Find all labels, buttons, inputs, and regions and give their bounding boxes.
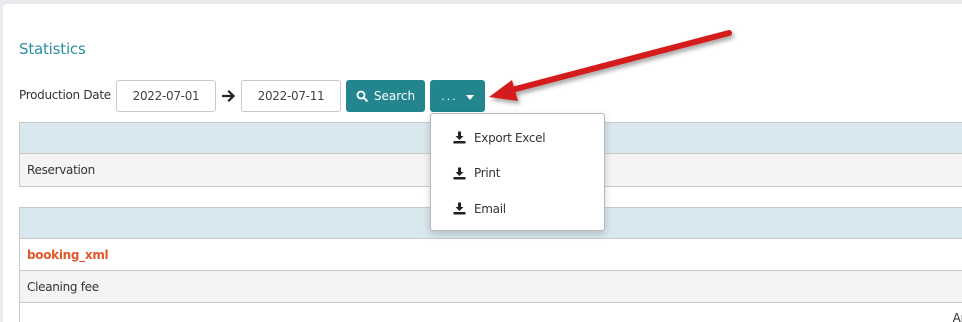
- table-row: Cleaning fee: [20, 271, 962, 303]
- search-button-label: Search: [373, 89, 416, 103]
- search-button[interactable]: Search: [346, 80, 425, 112]
- table-row-label: Cleaning fee: [27, 279, 99, 294]
- page-title: Statistics: [19, 40, 86, 58]
- menu-item-label: Export Excel: [474, 130, 546, 145]
- search-icon: [356, 90, 368, 102]
- more-actions-dropdown: Export Excel Print Email: [430, 113, 605, 231]
- menu-item-email[interactable]: Email: [431, 191, 604, 227]
- menu-item-label: Print: [474, 166, 501, 181]
- amount-header-cutoff: Amo: [952, 311, 962, 322]
- table-row-label: Reservation: [27, 163, 95, 177]
- arrow-right-icon: [222, 89, 236, 103]
- download-icon: [453, 131, 466, 144]
- menu-item-label: Email: [474, 201, 506, 216]
- table-row: Amo: [20, 303, 962, 322]
- production-date-label: Production Date: [19, 88, 111, 102]
- from-date-input[interactable]: [116, 80, 216, 112]
- booking-xml-link[interactable]: booking_xml: [27, 248, 109, 262]
- download-icon: [453, 202, 466, 215]
- caret-down-icon: [465, 94, 474, 100]
- table-row[interactable]: booking_xml: [20, 239, 962, 271]
- more-actions-label: ...: [441, 89, 458, 103]
- more-actions-button[interactable]: ...: [430, 80, 485, 112]
- menu-item-export-excel[interactable]: Export Excel: [431, 120, 604, 156]
- to-date-input[interactable]: [241, 80, 341, 112]
- download-icon: [453, 167, 466, 180]
- menu-item-print[interactable]: Print: [431, 156, 604, 192]
